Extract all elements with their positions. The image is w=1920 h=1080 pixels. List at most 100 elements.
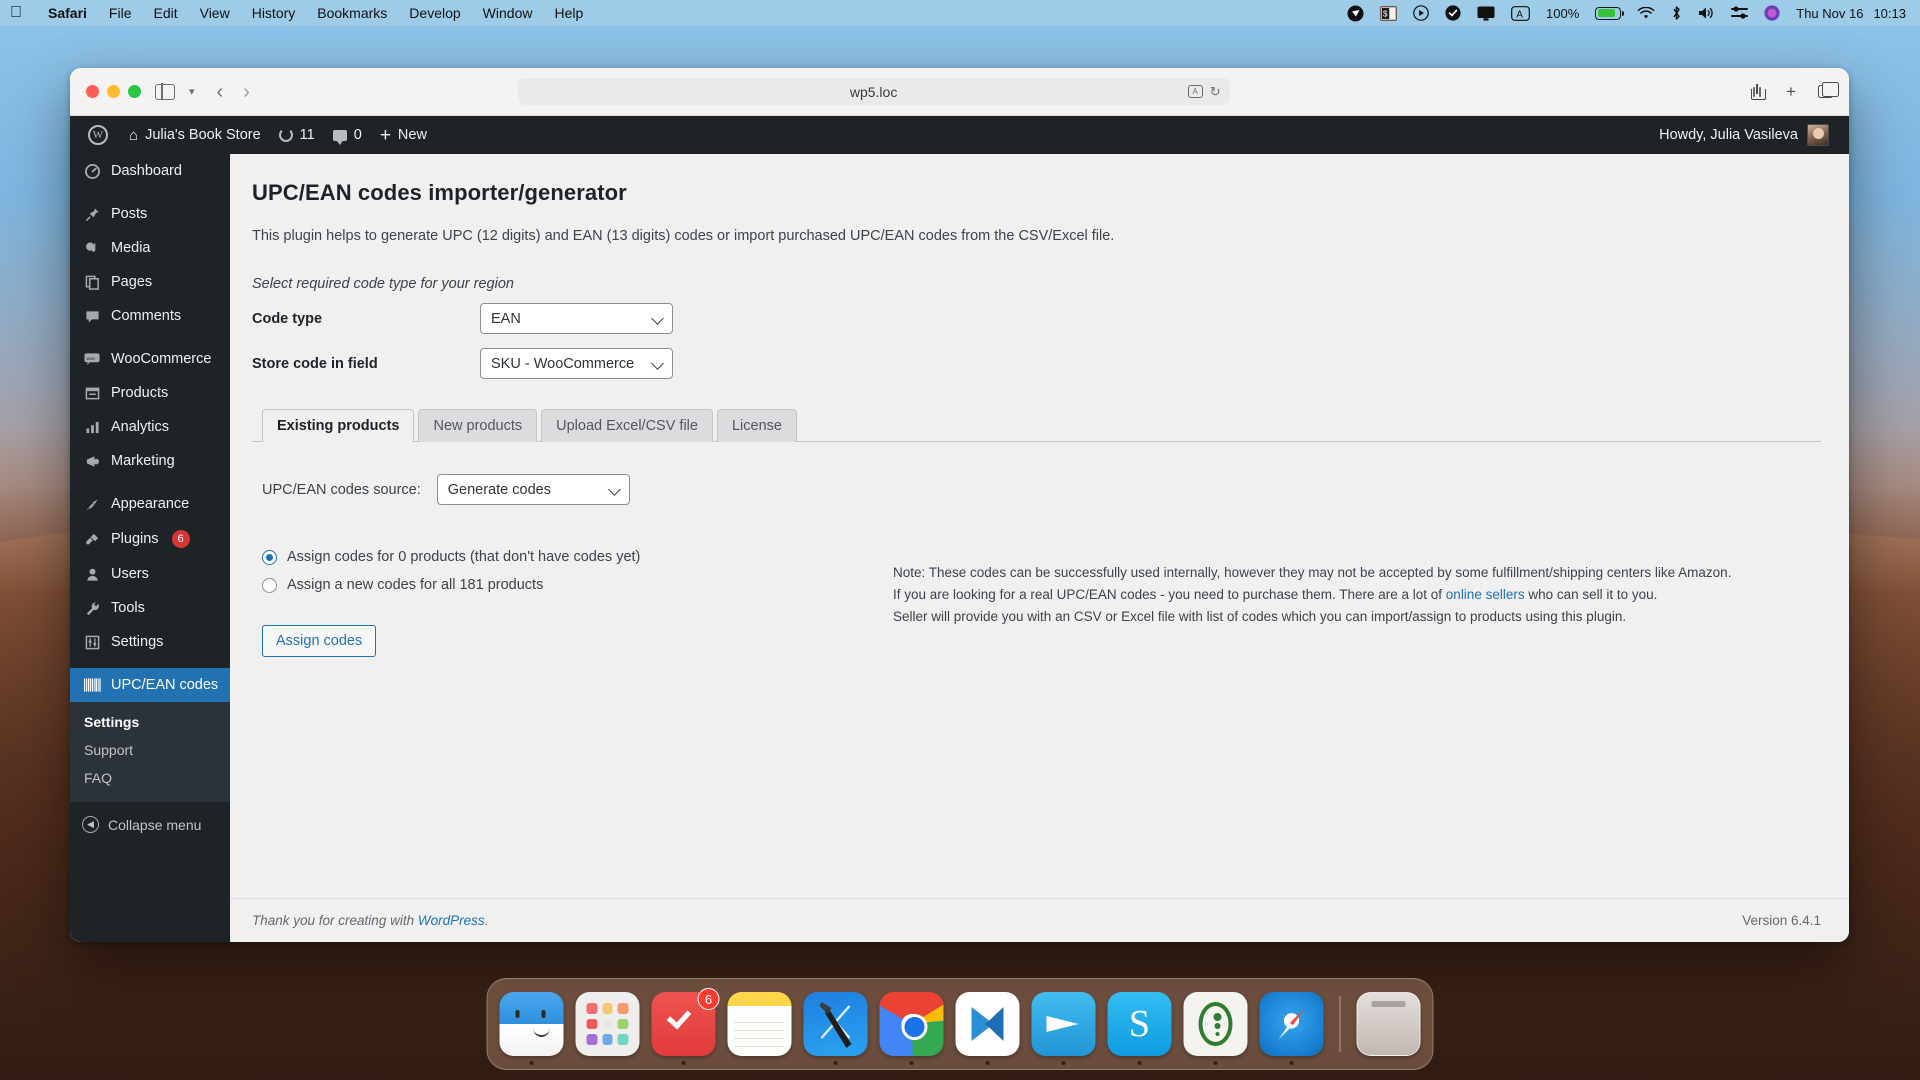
code-type-select-wrap[interactable]: EAN	[480, 303, 673, 334]
codes-source-select[interactable]: Generate codes	[436, 474, 630, 505]
account-menu[interactable]: Howdy, Julia Vasileva	[1659, 124, 1835, 146]
sidebar-item-label: Media	[111, 240, 151, 256]
dock-app-launchpad[interactable]	[575, 992, 640, 1056]
menu-bar-time[interactable]: 10:13	[1873, 6, 1906, 21]
translate-icon[interactable]: A	[1187, 85, 1203, 98]
vpn-icon[interactable]	[1347, 5, 1364, 22]
assign-codes-button[interactable]: Assign codes	[262, 625, 377, 657]
online-sellers-link[interactable]: online sellers	[1446, 587, 1525, 602]
store-code-select[interactable]: SKU - WooCommerce	[480, 348, 673, 379]
siri-icon[interactable]	[1764, 5, 1780, 21]
sidebar-item-settings[interactable]: Settings	[70, 625, 230, 659]
sidebar-item-dashboard[interactable]: Dashboard	[70, 154, 230, 188]
share-icon[interactable]	[1751, 83, 1767, 100]
bluetooth-icon[interactable]	[1671, 5, 1682, 21]
wordpress-logo-icon[interactable]	[80, 116, 120, 154]
sidebar-item-upc-ean-codes[interactable]: UPC/EAN codes	[70, 668, 230, 702]
plus-icon: +	[379, 124, 391, 146]
sidebar-item-pages[interactable]: Pages	[70, 265, 230, 299]
tab-new-products[interactable]: New products	[418, 409, 538, 442]
play-circle-icon[interactable]	[1413, 5, 1429, 21]
menu-item-bookmarks[interactable]: Bookmarks	[317, 5, 387, 21]
volume-icon[interactable]	[1698, 6, 1715, 20]
dock-app-things[interactable]: 6	[651, 988, 720, 1065]
chevron-left-icon: ◀	[82, 816, 99, 833]
sidebar-toggle-icon[interactable]	[155, 82, 175, 101]
battery-icon[interactable]	[1595, 6, 1625, 20]
site-name-menu[interactable]: ⌂ Julia's Book Store	[120, 116, 270, 154]
menu-item-window[interactable]: Window	[483, 5, 533, 21]
footer-thanks-prefix: Thank you for creating with	[252, 913, 418, 928]
menu-item-view[interactable]: View	[200, 5, 230, 21]
sidebar-item-marketing[interactable]: Marketing	[70, 444, 230, 478]
sidebar-item-label: Comments	[111, 308, 182, 324]
display-icon[interactable]	[1477, 6, 1495, 21]
tab-existing-products[interactable]: Existing products	[262, 409, 415, 442]
comments-menu[interactable]: 0	[324, 116, 371, 154]
sidebar-item-plugins[interactable]: Plugins 6	[70, 521, 230, 557]
dock-app-xcode[interactable]	[803, 992, 868, 1065]
sidebar-item-tools[interactable]: Tools	[70, 591, 230, 625]
window-controls[interactable]	[86, 85, 141, 98]
new-content-menu[interactable]: + New	[371, 116, 436, 154]
minimize-window-button[interactable]	[107, 85, 120, 98]
tab-license[interactable]: License	[716, 409, 797, 442]
code-type-select[interactable]: EAN	[480, 303, 673, 334]
collapse-menu-button[interactable]: ◀ Collapse menu	[70, 802, 230, 847]
codes-source-select-wrap[interactable]: Generate codes	[436, 474, 630, 505]
dock-app-telegram[interactable]	[1031, 992, 1096, 1065]
dock-app-google-chrome[interactable]	[879, 992, 944, 1065]
submenu-item-support[interactable]: Support	[70, 736, 230, 764]
apple-logo-icon[interactable]: 	[10, 5, 22, 21]
wp-version-label: Version 6.4.1	[1742, 913, 1821, 928]
dock-app-keepassxc[interactable]	[1183, 992, 1248, 1065]
sidebar-item-media[interactable]: Media	[70, 231, 230, 265]
menu-item-safari[interactable]: Safari	[48, 5, 87, 21]
updates-menu[interactable]: 11	[270, 116, 324, 154]
menu-item-edit[interactable]: Edit	[153, 5, 177, 21]
dock-app-finder[interactable]	[499, 992, 564, 1065]
wordpress-link[interactable]: WordPress	[418, 913, 485, 928]
sidebar-item-posts[interactable]: Posts	[70, 197, 230, 231]
new-tab-button[interactable]: +	[1786, 82, 1796, 102]
sidebar-item-comments[interactable]: Comments	[70, 299, 230, 333]
menu-item-help[interactable]: Help	[554, 5, 583, 21]
sidebar-item-users[interactable]: Users	[70, 557, 230, 591]
submenu-item-faq[interactable]: FAQ	[70, 764, 230, 792]
tab-upload-excel-csv[interactable]: Upload Excel/CSV file	[541, 409, 713, 442]
menu-bar-date[interactable]: Thu Nov 16	[1796, 6, 1863, 21]
menu-item-history[interactable]: History	[252, 5, 296, 21]
dock-app-visual-studio-code[interactable]	[955, 992, 1020, 1065]
dock-app-safari[interactable]	[1259, 992, 1324, 1065]
address-bar[interactable]: wp5.loc A ↻	[517, 78, 1230, 105]
close-window-button[interactable]	[86, 85, 99, 98]
sidebar-item-woocommerce[interactable]: woo WooCommerce	[70, 342, 230, 376]
site-name-label: Julia's Book Store	[145, 127, 261, 143]
dock-app-skype[interactable]: S	[1107, 992, 1172, 1065]
dock-app-notes[interactable]	[727, 992, 792, 1056]
note-line-3: Seller will provide you with an CSV or E…	[893, 608, 1627, 624]
submenu-item-settings[interactable]: Settings	[70, 708, 230, 736]
codes-source-label: UPC/EAN codes source:	[262, 481, 421, 498]
checkmark-circle-icon[interactable]	[1445, 5, 1461, 21]
sidebar-item-analytics[interactable]: Analytics	[70, 410, 230, 444]
back-button[interactable]: ‹	[217, 82, 224, 102]
menu-item-develop[interactable]: Develop	[409, 5, 460, 21]
reload-icon[interactable]: ↻	[1210, 84, 1221, 100]
dock-trash[interactable]	[1356, 992, 1421, 1056]
radio-input-assign-missing[interactable]	[262, 549, 277, 565]
store-code-select-wrap[interactable]: SKU - WooCommerce	[480, 348, 673, 379]
wifi-icon[interactable]	[1637, 6, 1655, 20]
radio-input-assign-all[interactable]	[262, 577, 277, 593]
forward-button[interactable]: ›	[243, 82, 250, 102]
control-center-icon[interactable]	[1731, 6, 1749, 20]
chevron-down-icon[interactable]: ▾	[189, 85, 195, 98]
dollar-note-icon[interactable]: $	[1380, 5, 1397, 21]
keyboard-input-icon[interactable]: A	[1511, 5, 1530, 21]
menu-item-file[interactable]: File	[109, 5, 132, 21]
store-code-field-row: Store code in field SKU - WooCommerce	[252, 348, 1821, 379]
sidebar-item-appearance[interactable]: Appearance	[70, 487, 230, 521]
sidebar-item-products[interactable]: Products	[70, 376, 230, 410]
maximize-window-button[interactable]	[128, 85, 141, 98]
tab-overview-icon[interactable]	[1817, 82, 1839, 98]
